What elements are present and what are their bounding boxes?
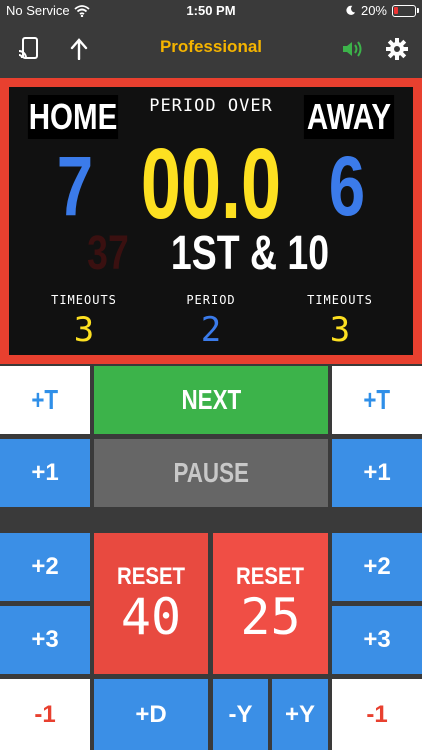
gear-icon[interactable] bbox=[384, 36, 410, 62]
home-timeouts-label: TIMEOUTS bbox=[51, 293, 117, 307]
away-minus1-button[interactable]: -1 bbox=[332, 679, 422, 750]
plus-yard-button[interactable]: +Y bbox=[272, 679, 328, 750]
home-timeouts: 3 bbox=[73, 310, 95, 350]
away-add2-button[interactable]: +2 bbox=[332, 533, 422, 601]
minus-yard-button[interactable]: -Y bbox=[213, 679, 268, 750]
away-score: 6 bbox=[328, 139, 366, 233]
away-add-timeout-button[interactable]: +T bbox=[332, 366, 422, 434]
period-label: PERIOD bbox=[186, 293, 236, 307]
speaker-icon[interactable] bbox=[340, 36, 366, 62]
home-add1-button[interactable]: +1 bbox=[0, 439, 90, 507]
away-timeouts-label: TIMEOUTS bbox=[307, 293, 373, 307]
reset-40-button[interactable]: RESET 40 bbox=[94, 533, 208, 674]
reset-40-label: RESET bbox=[116, 562, 185, 590]
reset-25-button[interactable]: RESET 25 bbox=[213, 533, 328, 674]
reset-25-value: 25 bbox=[240, 587, 301, 646]
pause-button[interactable]: PAUSE bbox=[94, 439, 328, 507]
add-down-button[interactable]: +D bbox=[94, 679, 208, 750]
home-label: HOME bbox=[27, 95, 119, 139]
game-status: PERIOD OVER bbox=[149, 96, 273, 116]
moon-icon bbox=[346, 5, 356, 15]
away-label: AWAY bbox=[303, 95, 395, 139]
reset-25-label: RESET bbox=[236, 562, 305, 590]
home-add-timeout-button[interactable]: +T bbox=[0, 366, 90, 434]
home-add2-button[interactable]: +2 bbox=[0, 533, 90, 601]
game-clock[interactable]: 00.0 bbox=[138, 130, 283, 238]
down-distance: 1ST & 10 bbox=[170, 227, 330, 280]
away-timeouts: 3 bbox=[329, 310, 351, 350]
next-button[interactable]: NEXT bbox=[94, 366, 328, 434]
battery-icon bbox=[392, 4, 419, 17]
status-bar: No Service 1:50 PM 20% bbox=[0, 0, 422, 24]
battery-percent: 20% bbox=[360, 3, 387, 18]
toolbar: Professional bbox=[0, 24, 422, 74]
away-add3-button[interactable]: +3 bbox=[332, 606, 422, 674]
reset-40-value: 40 bbox=[120, 587, 182, 646]
home-score: 7 bbox=[56, 139, 94, 233]
away-add1-button[interactable]: +1 bbox=[332, 439, 422, 507]
battery-fill bbox=[394, 6, 398, 14]
play-clock: 37 bbox=[87, 227, 129, 280]
home-add3-button[interactable]: +3 bbox=[0, 606, 90, 674]
period-value: 2 bbox=[200, 310, 222, 350]
home-minus1-button[interactable]: -1 bbox=[0, 679, 90, 750]
